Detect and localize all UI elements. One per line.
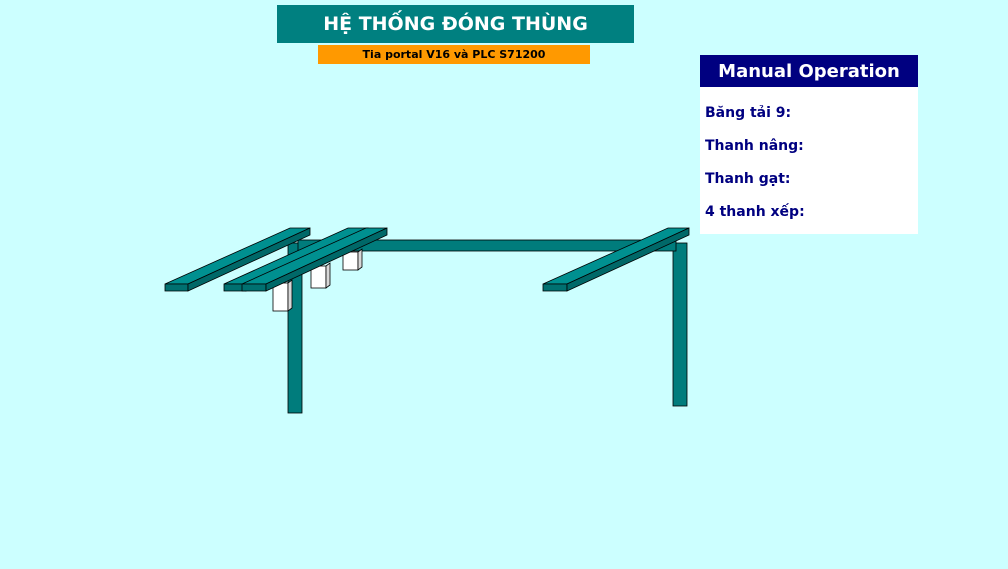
diagonal-bar-4	[542, 227, 690, 292]
right-post	[672, 242, 688, 407]
packing-machine-frame	[164, 227, 690, 414]
